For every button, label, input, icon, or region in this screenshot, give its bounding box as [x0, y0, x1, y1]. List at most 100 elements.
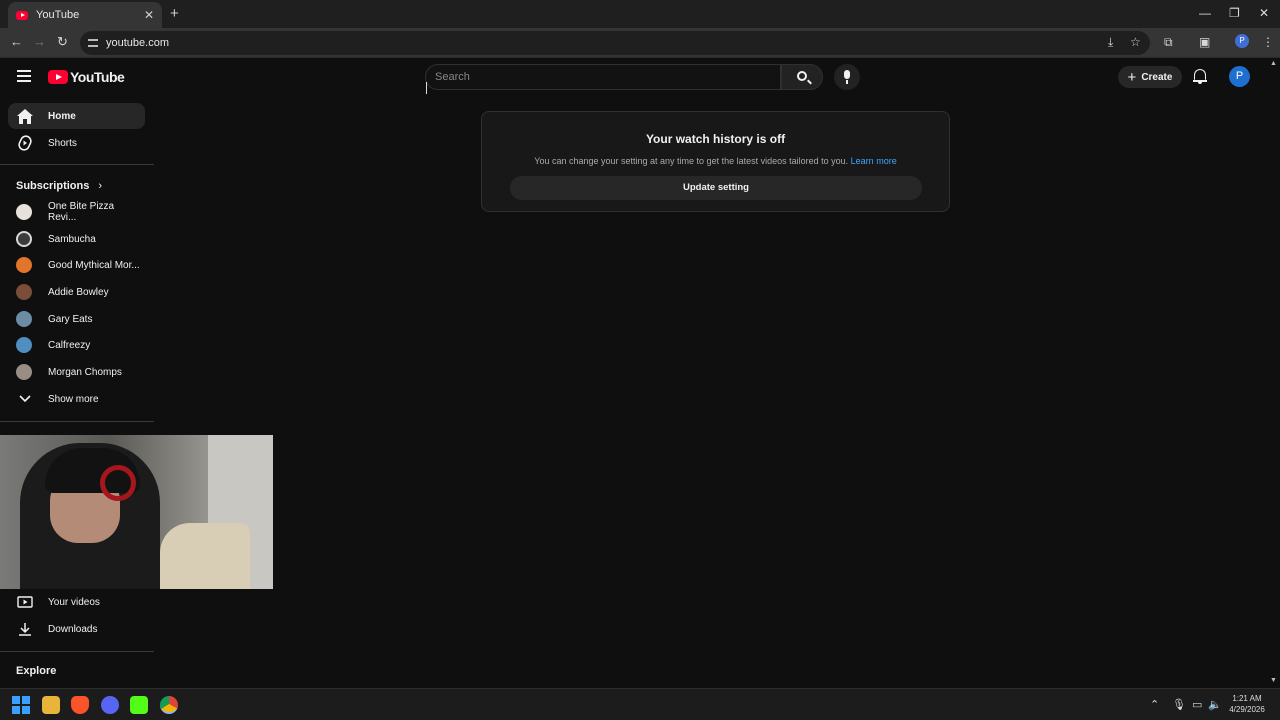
channel-avatar: [16, 204, 32, 220]
channel-name: Calfreezy: [48, 339, 91, 351]
learn-more-link[interactable]: Learn more: [851, 156, 897, 166]
search-button[interactable]: [781, 64, 823, 90]
channel-avatar: [16, 311, 32, 327]
shorts-icon: [16, 135, 34, 151]
tab-youtube[interactable]: YouTube ✕: [8, 2, 162, 28]
channel-name: Gary Eats: [48, 313, 93, 325]
search-icon: [797, 71, 807, 81]
subscription-item[interactable]: One Bite Pizza Revi...: [8, 199, 145, 225]
channel-name: Sambucha: [48, 233, 96, 245]
windows-start-icon[interactable]: [12, 696, 30, 714]
sidebar-item-home[interactable]: Home: [8, 103, 145, 129]
chevron-down-icon: [16, 395, 34, 403]
card-title: Your watch history is off: [645, 132, 786, 146]
chevron-right-icon: ›: [98, 180, 103, 192]
address-bar[interactable]: youtube.com: [80, 31, 1150, 55]
account-avatar[interactable]: P: [1229, 66, 1250, 87]
back-icon[interactable]: ←: [10, 34, 23, 49]
subscription-item[interactable]: Calfreezy: [8, 332, 145, 358]
show-hidden-icons-icon[interactable]: ⌃: [1150, 698, 1159, 711]
subscriptions-heading-label: Subscriptions: [16, 180, 90, 192]
subscription-item[interactable]: Sambucha: [8, 226, 145, 252]
search-placeholder: Search: [435, 71, 470, 83]
create-label: Create: [1141, 71, 1173, 83]
channel-avatar: [16, 364, 32, 380]
browser-tab-strip: YouTube ✕ + — ❐ ✕: [0, 0, 1280, 28]
menu-hamburger-icon[interactable]: [17, 70, 31, 82]
site-info-icon[interactable]: [88, 39, 98, 47]
voice-search-button[interactable]: [834, 64, 860, 90]
plus-icon: +: [1127, 68, 1137, 86]
network-icon[interactable]: ▭: [1192, 698, 1202, 711]
create-button[interactable]: + Create: [1118, 66, 1182, 88]
minimize-icon[interactable]: —: [1199, 6, 1211, 20]
sidebar-divider: [0, 164, 154, 165]
youtube-logo[interactable]: YouTube: [48, 69, 125, 85]
brave-browser-icon[interactable]: [71, 696, 89, 714]
subscription-item[interactable]: Addie Bowley: [8, 279, 145, 305]
discord-icon[interactable]: [101, 696, 119, 714]
sidebar-item-label: Home: [48, 110, 76, 122]
sidebar-divider: [0, 651, 154, 652]
extensions-icon[interactable]: ⧉: [1164, 35, 1173, 50]
show-more-label: Show more: [48, 393, 99, 405]
subscription-item[interactable]: Good Mythical Mor...: [8, 252, 145, 278]
microphone-tray-icon[interactable]: 🎙: [1172, 698, 1186, 711]
file-explorer-icon[interactable]: [42, 696, 60, 714]
download-icon: [16, 622, 34, 636]
youtube-header: YouTube Search + Create P: [0, 58, 1268, 98]
card-message: You can change your setting at any time …: [482, 156, 949, 166]
subscriptions-heading[interactable]: Subscriptions ›: [16, 180, 102, 192]
logo-text: YouTube: [70, 69, 125, 85]
sidebar-item-label: Your videos: [48, 596, 100, 608]
url-text: youtube.com: [106, 37, 169, 49]
new-tab-icon[interactable]: +: [170, 5, 179, 22]
browser-toolbar: ← → ↻ youtube.com ⤓ ☆ ⧉ ▣ P ⋮: [0, 28, 1280, 58]
restore-icon[interactable]: ❐: [1229, 6, 1240, 20]
notifications-bell-icon[interactable]: [1193, 68, 1207, 84]
sidebar-item-shorts[interactable]: Shorts: [8, 130, 145, 156]
scroll-up-icon[interactable]: ▲: [1270, 60, 1277, 67]
volume-icon[interactable]: 🔈: [1208, 698, 1222, 711]
channel-avatar: [16, 337, 32, 353]
channel-avatar: [16, 284, 32, 300]
explore-heading: Explore: [16, 665, 57, 677]
channel-name: Addie Bowley: [48, 286, 109, 298]
channel-name: One Bite Pizza Revi...: [47, 201, 115, 223]
browser-menu-icon[interactable]: ⋮: [1262, 35, 1274, 49]
show-more-button[interactable]: Show more: [8, 386, 145, 412]
media-icon[interactable]: ▣: [1199, 35, 1210, 49]
sidebar-item-your-videos[interactable]: Your videos: [8, 589, 145, 615]
channel-avatar: [16, 231, 32, 247]
scroll-down-icon[interactable]: ▼: [1270, 677, 1277, 684]
clock-date: 4/29/2026: [1229, 705, 1265, 714]
window-close-icon[interactable]: ✕: [1259, 6, 1269, 20]
youtube-favicon-icon: [16, 10, 28, 20]
forward-icon[interactable]: →: [33, 34, 46, 49]
channel-avatar: [16, 257, 32, 273]
chrome-icon[interactable]: [160, 696, 178, 714]
channel-name: Morgan Chomps: [48, 366, 122, 378]
update-setting-button[interactable]: Update setting: [510, 176, 922, 200]
webcam-overlay: [0, 435, 273, 589]
subscription-item[interactable]: Gary Eats: [8, 306, 145, 332]
taskbar-clock[interactable]: 1:21 AM 4/29/2026: [1222, 693, 1272, 715]
search-input[interactable]: Search: [425, 64, 781, 90]
sidebar-divider: [0, 421, 154, 422]
tab-close-icon[interactable]: ✕: [144, 8, 154, 22]
kick-app-icon[interactable]: [130, 696, 148, 714]
tab-title: YouTube: [36, 9, 80, 21]
card-message-text: You can change your setting at any time …: [534, 156, 849, 166]
sidebar-item-downloads[interactable]: Downloads: [8, 616, 145, 642]
text-cursor-icon: [426, 82, 432, 94]
browser-profile-avatar[interactable]: P: [1235, 34, 1249, 48]
clock-time: 1:21 AM: [1232, 694, 1262, 703]
bookmark-star-icon[interactable]: ☆: [1130, 35, 1141, 49]
reload-icon[interactable]: ↻: [57, 34, 68, 50]
channel-name: Good Mythical Mor...: [48, 259, 140, 271]
windows-taskbar: ⌃ 🎙 ▭ 🔈 1:21 AM 4/29/2026: [0, 688, 1280, 720]
youtube-play-icon: [48, 70, 68, 84]
watch-history-off-card: Your watch history is off You can change…: [481, 111, 950, 212]
subscription-item[interactable]: Morgan Chomps: [8, 359, 145, 385]
install-app-icon[interactable]: ⤓: [1108, 35, 1113, 50]
